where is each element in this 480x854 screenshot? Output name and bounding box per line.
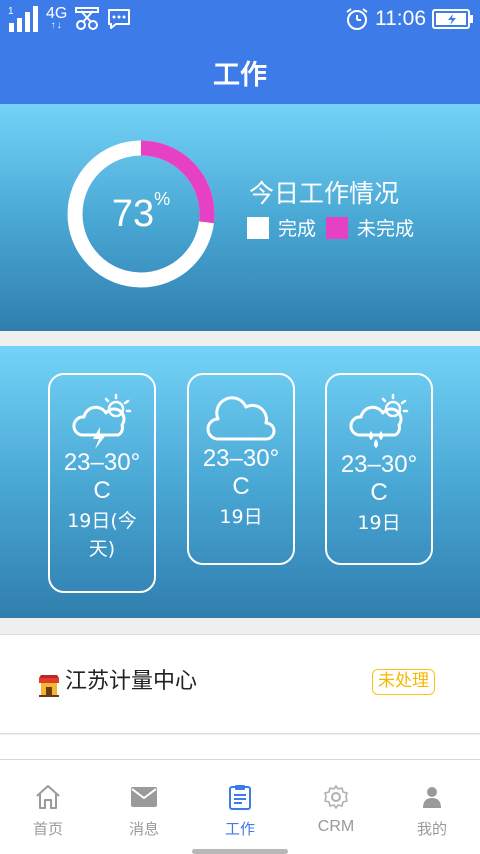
- nav-label-work: 工作: [224, 820, 255, 838]
- weather-temp-today: 23–30° C: [63, 449, 141, 504]
- nav-item-messages[interactable]: 消息: [96, 760, 192, 854]
- nav-item-profile[interactable]: 我的: [384, 760, 480, 854]
- nav-item-crm[interactable]: CRM: [288, 760, 384, 854]
- network-4g-icon: 4G ↑↓: [46, 5, 68, 31]
- legend-label-incomplete: 未完成: [357, 218, 415, 240]
- legend-item-completed: 完成: [247, 214, 316, 241]
- home-indicator: [192, 849, 288, 854]
- status-badge: 未处理: [372, 669, 435, 695]
- shop-icon: [39, 675, 59, 697]
- task-list-item-partial[interactable]: [0, 735, 480, 759]
- progress-readout: 73 %: [66, 139, 216, 289]
- page-title: 工作: [213, 59, 267, 91]
- progress-percent-unit: %: [154, 189, 171, 209]
- nav-label-profile: 我的: [416, 820, 447, 838]
- legend-swatch-completed: [247, 216, 269, 239]
- task-title: 江苏计量中心: [65, 669, 198, 694]
- alarm-icon: [346, 8, 368, 30]
- thunder-sun-cloud-icon: [72, 393, 132, 449]
- clipboard-icon: [229, 785, 251, 810]
- nav-label-home: 首页: [32, 820, 63, 838]
- cloud-icon: [206, 396, 276, 441]
- weather-card: 23–30° C 19日(今天) 23–30° C 19日 23–30° C 1…: [0, 346, 480, 618]
- gear-icon: [324, 785, 348, 809]
- weather-day-2: 19日: [219, 506, 263, 528]
- nav-item-work[interactable]: 工作: [192, 760, 288, 854]
- network-type: 4G: [46, 5, 68, 22]
- network-arrows: ↑↓: [50, 20, 63, 31]
- nav-label-messages: 消息: [128, 820, 159, 838]
- status-time: 11:06: [375, 7, 426, 30]
- weather-temp-3: 23–30° C: [340, 451, 418, 506]
- signal-icon: 1: [8, 6, 38, 32]
- progress-legend: 完成 未完成: [247, 214, 424, 241]
- home-icon: [36, 785, 60, 809]
- bottom-nav: 首页 消息 工作 CRM 我的: [0, 759, 480, 854]
- nav-label-crm: CRM: [317, 818, 355, 835]
- app-header: 工作: [0, 40, 480, 104]
- weather-tile-3[interactable]: 23–30° C 19日: [325, 373, 433, 565]
- legend-swatch-incomplete: [326, 216, 349, 239]
- mail-icon: [131, 787, 157, 807]
- work-summary-title: 今日工作情况: [249, 179, 400, 208]
- user-icon: [423, 787, 441, 808]
- weather-day-3: 19日: [357, 512, 401, 534]
- rain-sun-cloud-icon: [349, 393, 409, 448]
- legend-item-incomplete: 未完成: [326, 214, 414, 241]
- nav-item-home[interactable]: 首页: [0, 760, 96, 854]
- work-progress-card: 73 % 今日工作情况 完成 未完成: [0, 104, 480, 331]
- task-list-item[interactable]: 江苏计量中心 未处理: [0, 634, 480, 734]
- status-right: 11:06: [345, 4, 474, 34]
- status-bar: 1 4G ↑↓ 11:06: [0, 0, 480, 40]
- legend-label-completed: 完成: [278, 218, 317, 240]
- weather-tile-today[interactable]: 23–30° C 19日(今天): [48, 373, 156, 593]
- sim-slot-label: 1: [8, 6, 14, 17]
- scissors-icon: [75, 7, 100, 30]
- weather-day-today: 19日(今天): [67, 510, 137, 560]
- status-left: 1 4G ↑↓: [8, 4, 131, 34]
- battery-charging-icon: [432, 9, 473, 29]
- weather-tile-2[interactable]: 23–30° C 19日: [187, 373, 295, 565]
- progress-percent: 73: [111, 192, 155, 235]
- weather-temp-2: 23–30° C: [202, 445, 280, 500]
- message-icon: [108, 9, 131, 29]
